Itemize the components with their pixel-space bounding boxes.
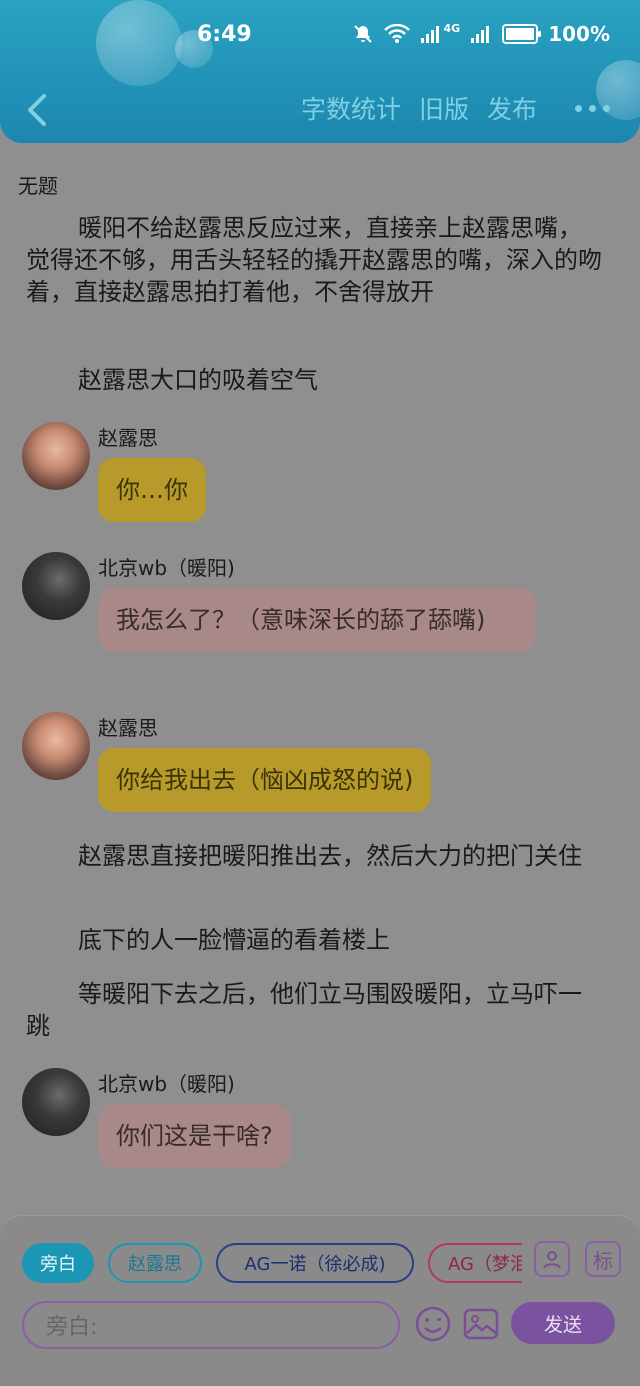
message-bubble[interactable]: 你…你 — [98, 458, 206, 522]
message-bubble[interactable]: 我怎么了？（意味深长的舔了舔嘴) — [98, 588, 536, 652]
role-chip[interactable]: AG（梦泪 — [428, 1243, 522, 1283]
send-button[interactable]: 发送 — [511, 1302, 615, 1344]
sender-name: 赵露思 — [98, 426, 158, 450]
sender-name: 赵露思 — [98, 716, 158, 740]
role-chip[interactable]: AG一诺（徐必成) — [216, 1243, 414, 1283]
word-count-button[interactable]: 字数统计 — [301, 90, 401, 126]
narration-paragraph: 等暖阳下去之后，他们立马围殴暖阳，立马吓一跳 — [26, 980, 582, 1040]
composer-panel: 旁白 赵露思 AG一诺（徐必成) AG（梦泪 标 旁白: 发送 — [0, 1215, 640, 1386]
battery-icon — [502, 24, 542, 44]
wifi-icon — [383, 24, 410, 43]
status-time: 6:49 — [197, 22, 252, 47]
publish-button[interactable]: 发布 — [487, 90, 537, 126]
role-chip-narrator[interactable]: 旁白 — [22, 1243, 94, 1283]
decorative-bubble — [96, 0, 182, 86]
avatar[interactable] — [22, 1068, 90, 1136]
back-arrow-icon[interactable] — [22, 90, 52, 130]
status-icons: 4G 100% — [352, 22, 610, 46]
avatar[interactable] — [22, 422, 90, 490]
sender-name: 北京wb（暖阳) — [98, 1072, 235, 1096]
battery-percent: 100% — [548, 22, 610, 46]
tag-icon[interactable]: 标 — [585, 1241, 621, 1277]
message-bubble[interactable]: 你们这是干啥? — [98, 1104, 291, 1168]
message-bubble[interactable]: 你给我出去（恼凶成怒的说) — [98, 748, 432, 812]
network-label: 4G — [443, 21, 461, 35]
narration-paragraph: 底下的人一脸懵逼的看着楼上 — [78, 926, 390, 954]
narration-paragraph: 赵露思直接把暖阳推出去，然后大力的把门关住 — [78, 842, 582, 870]
mute-bell-icon — [353, 25, 372, 43]
role-selector: 旁白 赵露思 AG一诺（徐必成) AG（梦泪 — [22, 1243, 522, 1283]
avatar[interactable] — [22, 552, 90, 620]
sender-name: 北京wb（暖阳) — [98, 556, 235, 580]
old-version-button[interactable]: 旧版 — [419, 90, 469, 126]
contacts-icon[interactable] — [534, 1241, 570, 1277]
role-chip[interactable]: 赵露思 — [108, 1243, 202, 1283]
avatar[interactable] — [22, 712, 90, 780]
narration-paragraph: 赵露思大口的吸着空气 — [78, 366, 318, 394]
story-title: 无题 — [18, 174, 58, 198]
signal-icon-2 — [471, 26, 490, 43]
emoji-icon[interactable] — [414, 1305, 452, 1343]
image-icon[interactable] — [462, 1305, 500, 1343]
more-icon[interactable] — [575, 104, 610, 112]
nav-actions: 字数统计 旧版 发布 — [301, 90, 610, 126]
signal-icon — [420, 26, 439, 43]
narration-paragraph: 暖阳不给赵露思反应过来，直接亲上赵露思嘴，觉得还不够，用舌头轻轻的撬开赵露思的嘴… — [26, 214, 602, 306]
message-input[interactable]: 旁白: — [22, 1301, 400, 1349]
top-bar: 6:49 4G 100% 字数统计 旧版 发布 — [0, 0, 640, 143]
